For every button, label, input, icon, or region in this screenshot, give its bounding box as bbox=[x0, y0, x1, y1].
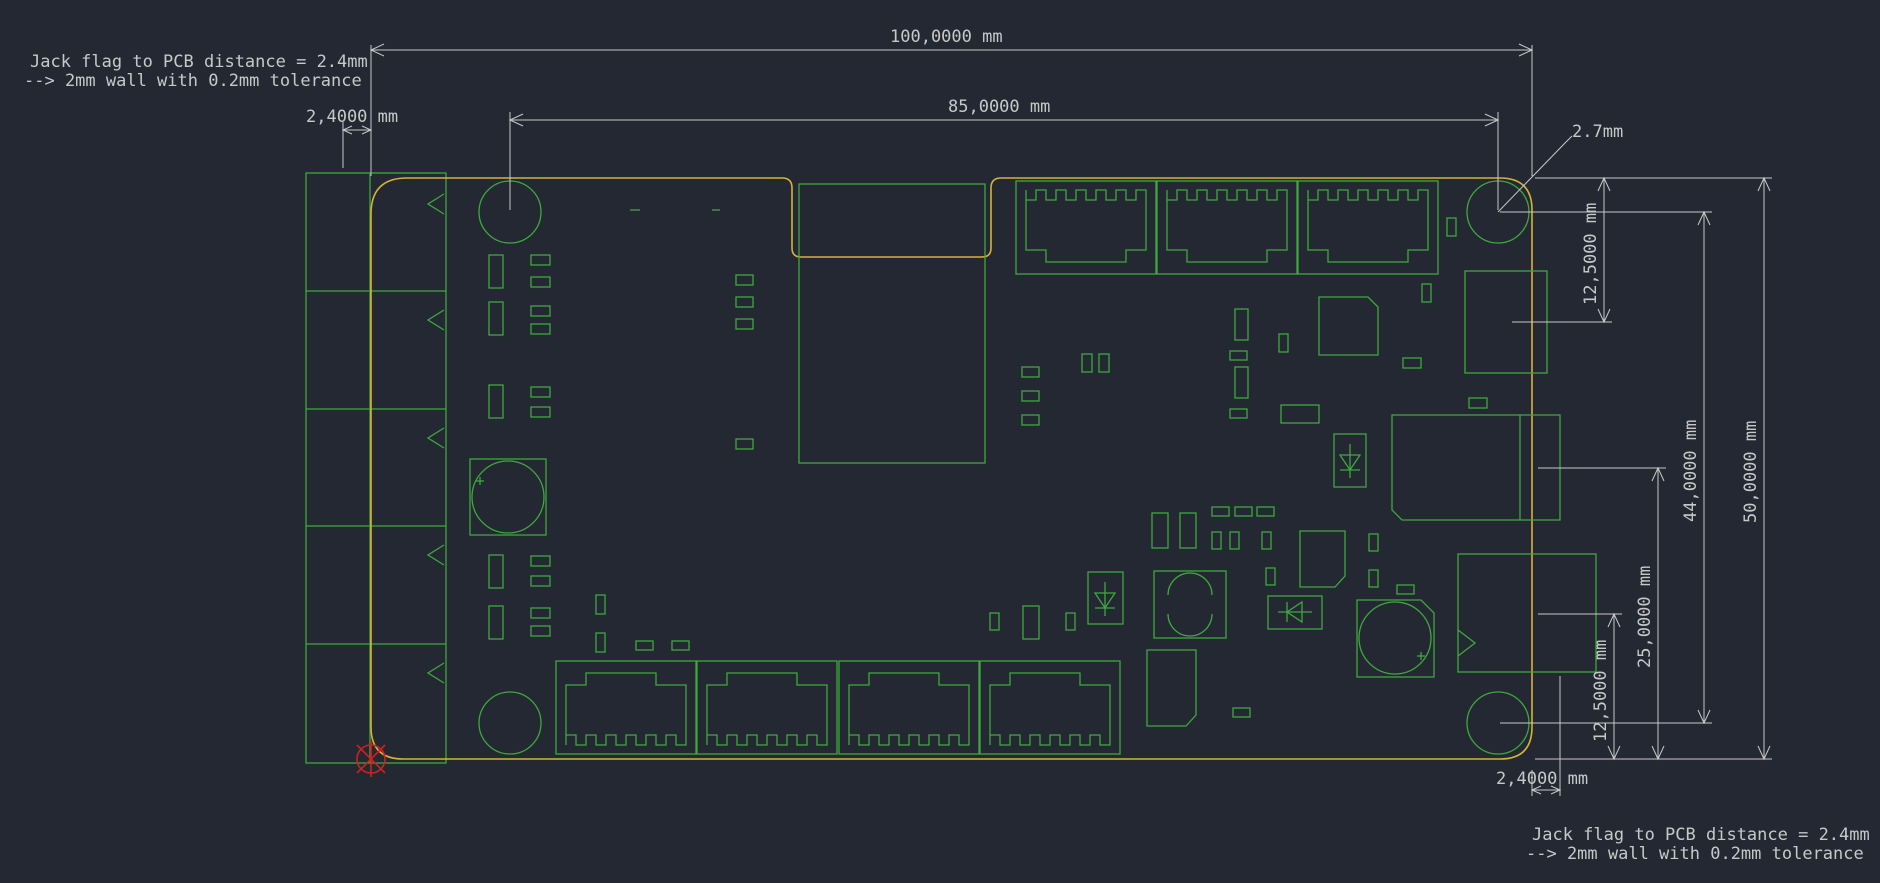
diode-1[interactable] bbox=[1333, 433, 1367, 488]
note-left-line2: --> 2mm wall with 0.2mm tolerance bbox=[24, 71, 362, 91]
diode-2[interactable] bbox=[1087, 571, 1124, 625]
connector-bottom-4[interactable] bbox=[979, 660, 1121, 755]
passive-components bbox=[488, 209, 1488, 718]
note-right-line2: --> 2mm wall with 0.2mm tolerance bbox=[1526, 844, 1864, 864]
dimension-jack-offset-left[interactable]: 2,4000 mm bbox=[306, 107, 398, 168]
pcb-layout-canvas[interactable]: Jack flag to PCB distance = 2.4mm --> 2m… bbox=[0, 0, 1880, 883]
dimension-vertical-25-label: 25,0000 mm bbox=[1635, 566, 1655, 668]
dimension-jack-offset-right-label: 2,4000 mm bbox=[1496, 769, 1588, 789]
power-jack-middle[interactable] bbox=[1391, 414, 1561, 521]
mcu-module[interactable] bbox=[798, 183, 986, 464]
dimension-corner-radius-label: 2.7mm bbox=[1572, 122, 1623, 142]
note-right-line1: Jack flag to PCB distance = 2.4mm bbox=[1532, 825, 1870, 845]
connector-bottom-3[interactable] bbox=[838, 660, 980, 755]
power-jack-bottom[interactable] bbox=[1457, 553, 1597, 673]
capacitor-right[interactable] bbox=[1356, 599, 1435, 678]
dimension-hole-spacing-85-label: 85,0000 mm bbox=[948, 97, 1050, 117]
terminal-block-left[interactable] bbox=[305, 172, 447, 764]
ic-regulator-bottom[interactable] bbox=[1146, 649, 1197, 727]
capacitor-left[interactable] bbox=[469, 458, 547, 536]
connector-top-2[interactable] bbox=[1156, 180, 1298, 275]
capacitor-center[interactable] bbox=[1153, 570, 1227, 639]
connector-top-3[interactable] bbox=[1297, 180, 1439, 275]
connector-bottom-1[interactable] bbox=[555, 660, 697, 755]
dimension-vertical-44-label: 44,0000 mm bbox=[1681, 420, 1701, 522]
origin-marker bbox=[356, 741, 386, 777]
dimension-width-100-label: 100,0000 mm bbox=[890, 27, 1003, 47]
dimension-vertical-50-label: 50,0000 mm bbox=[1741, 421, 1761, 523]
dimension-vertical-12-5-bottom[interactable]: 12,5000 mm bbox=[1538, 612, 1622, 761]
dimension-jack-offset-left-label: 2,4000 mm bbox=[306, 107, 398, 127]
dimension-vertical-12-5-top-label: 12,5000 mm bbox=[1581, 203, 1601, 305]
mounting-hole-bottom-left[interactable] bbox=[478, 691, 542, 755]
ic-regulator-top[interactable] bbox=[1318, 296, 1379, 356]
dimension-vertical-12-5-bottom-label: 12,5000 mm bbox=[1591, 640, 1611, 742]
diode-3[interactable] bbox=[1267, 595, 1323, 630]
note-left-line1: Jack flag to PCB distance = 2.4mm bbox=[30, 52, 368, 72]
connector-top-1[interactable] bbox=[1015, 180, 1157, 275]
dimension-hole-spacing-85[interactable]: 85,0000 mm bbox=[508, 97, 1500, 210]
connector-bottom-2[interactable] bbox=[696, 660, 838, 755]
ic-regulator-mid[interactable] bbox=[1299, 530, 1346, 588]
